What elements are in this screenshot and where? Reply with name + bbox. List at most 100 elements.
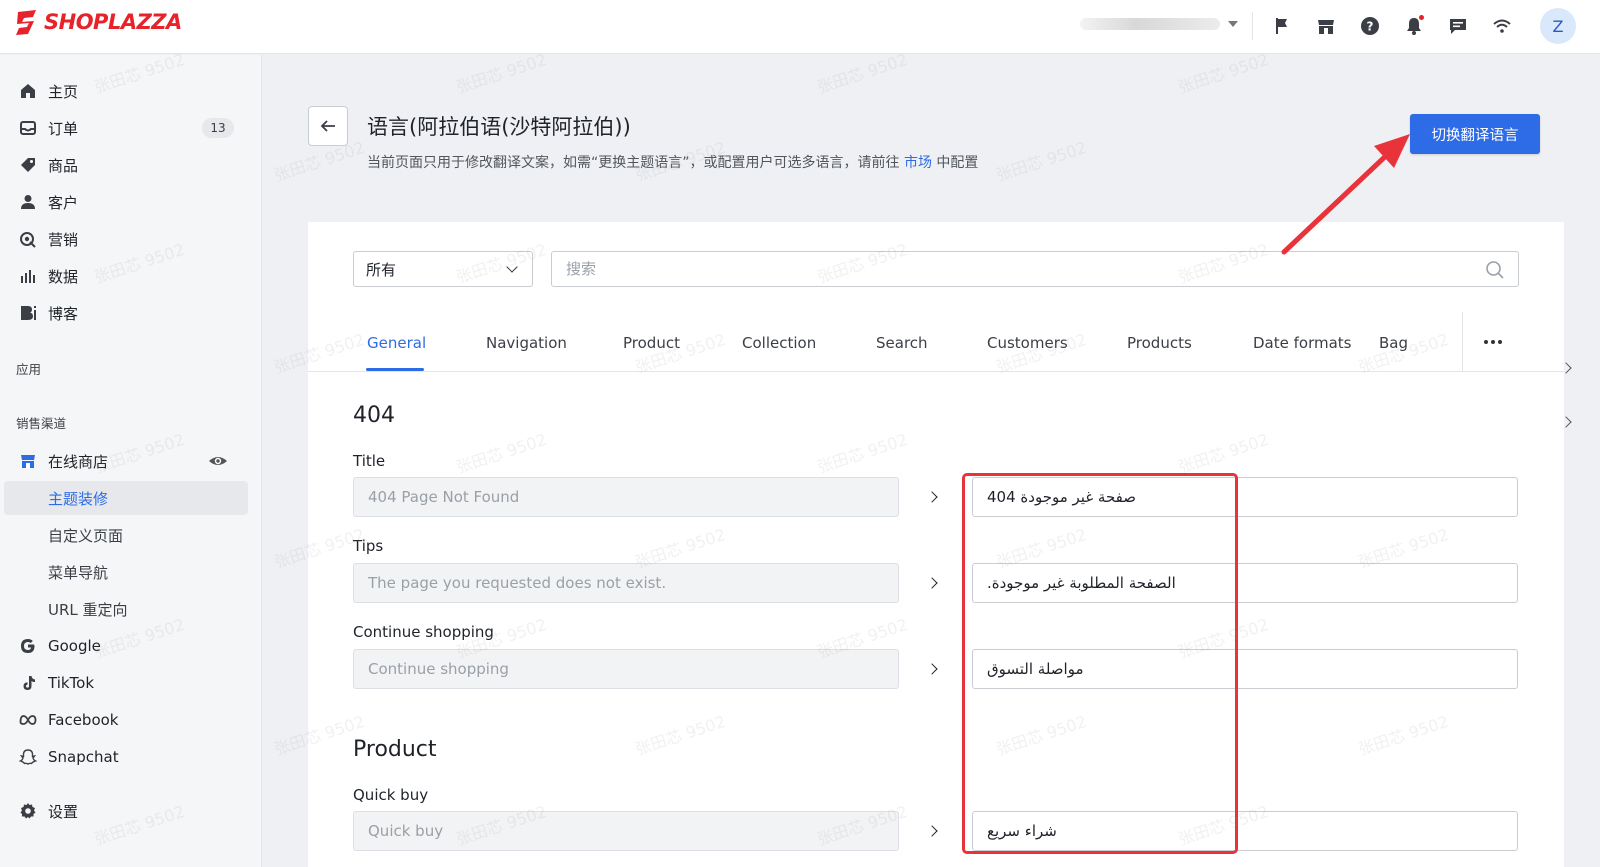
field-label-title: Title [353,452,386,470]
caret-down-icon [1228,21,1238,27]
active-tab-indicator [366,368,424,371]
section-title-product: Product [353,737,437,762]
logo-text: SHOPLAZZA [44,10,182,34]
svg-text:?: ? [1367,20,1374,34]
shoplazza-logo[interactable]: SHOPLAZZA [14,8,182,36]
sidebar-item-url-redirect[interactable]: URL 重定向 [4,592,248,626]
notification-dot [1419,15,1424,20]
tab-divider [1462,312,1463,371]
sidebar-item-label: 数据 [48,267,79,286]
sidebar-item-products[interactable]: 商品 [4,148,248,182]
logo-mark-icon [16,10,36,35]
source-text-title: 404 Page Not Found [353,477,899,517]
source-text-continue-shopping: Continue shopping [353,649,899,689]
top-divider [1252,12,1253,40]
sidebar-item-online-store[interactable]: 在线商店 [4,444,248,478]
back-button[interactable] [308,106,348,146]
sidebar-item-customers[interactable]: 客户 [4,185,248,219]
sidebar-item-menu-navigation[interactable]: 菜单导航 [4,555,248,589]
store-icon[interactable] [1312,12,1340,40]
orders-count-badge: 13 [202,118,234,138]
tab-search[interactable]: Search [876,334,928,352]
user-icon [18,192,38,212]
help-icon[interactable]: ? [1356,12,1384,40]
store-name-blurred [1080,18,1220,30]
source-text-quick-buy: Quick buy [353,811,899,851]
sidebar-item-settings[interactable]: 设置 [4,794,248,828]
tab-bag[interactable]: Bag [1379,334,1408,352]
sidebar-item-blog[interactable]: 博客 [4,296,248,330]
more-tabs-button[interactable] [1478,332,1508,352]
flag-icon[interactable] [1268,12,1296,40]
sidebar-item-label: 主页 [48,82,79,101]
eye-icon[interactable] [208,451,228,471]
blog-icon [18,303,38,323]
sidebar-item-label: 营销 [48,230,79,249]
sidebar-item-label: 商品 [48,156,79,175]
tab-collection[interactable]: Collection [742,334,816,352]
page-title: 语言(阿拉伯语(沙特阿拉伯)) [367,115,631,139]
sidebar-item-label: 订单 [48,119,79,138]
sidebar-item-label: 博客 [48,304,79,323]
tab-customers[interactable]: Customers [987,334,1068,352]
sidebar-item-analytics[interactable]: 数据 [4,259,248,293]
filter-select-value: 所有 [366,260,397,279]
page-subtitle: 当前页面只用于修改翻译文案，如需“更换主题语言”，或配置用户可选多语言，请前往 … [367,152,978,172]
meta-icon [18,710,38,730]
sidebar-item-marketing[interactable]: 营销 [4,222,248,256]
sidebar-item-orders[interactable]: 订单 13 [4,111,248,145]
inbox-icon [18,118,38,138]
section-title-404: 404 [353,403,395,428]
sidebar-item-theme-design[interactable]: 主题装修 [4,481,248,515]
tag-icon [18,155,38,175]
subtitle-suffix: 中配置 [936,155,979,171]
market-link[interactable]: 市场 [904,155,932,171]
sidebar-item-label: 在线商店 [48,452,109,471]
tab-product[interactable]: Product [623,334,680,352]
sidebar-item-label: Snapchat [48,748,119,766]
sidebar-item-label: Google [48,637,101,655]
sidebar-item-home[interactable]: 主页 [4,74,248,108]
apps-section-label: 应用 [16,362,42,377]
tab-date-formats[interactable]: Date formats [1253,334,1351,352]
marketing-icon [18,229,38,249]
sidebar-item-custom-pages[interactable]: 自定义页面 [4,518,248,552]
source-text-tips: The page you requested does not exist. [353,563,899,603]
sidebar-item-google[interactable]: Google [4,629,248,663]
tab-navigation[interactable]: Navigation [486,334,567,352]
search-input[interactable] [566,260,1446,278]
switch-translation-language-button[interactable]: 切换翻译语言 [1410,114,1540,154]
filter-select[interactable]: 所有 [353,251,533,287]
sidebar-item-facebook[interactable]: Facebook [4,703,248,737]
chevron-down-icon [506,261,518,273]
top-icon-bar: ? [1268,12,1516,40]
sidebar-item-label: 设置 [48,802,79,821]
sidebar-item-snapchat[interactable]: Snapchat [4,740,248,774]
home-icon [18,81,38,101]
annotation-highlight-box [962,473,1238,854]
sidebar-item-label: Facebook [48,711,119,729]
tiktok-icon [18,673,38,693]
search-box[interactable] [551,251,1519,287]
tab-products[interactable]: Products [1127,334,1192,352]
tab-bar: General Navigation Product Collection Se… [308,312,1564,372]
sidebar-item-tiktok[interactable]: TikTok [4,666,248,700]
store-selector[interactable] [1080,18,1238,30]
bell-icon[interactable] [1400,12,1428,40]
arrow-left-icon [320,120,335,132]
store-icon [18,451,38,471]
field-label-tips: Tips [353,537,384,555]
field-label-continue-shopping: Continue shopping [353,623,494,641]
user-avatar[interactable]: Z [1540,8,1576,44]
subtitle-text: 当前页面只用于修改翻译文案，如需“更换主题语言”，或配置用户可选多语言，请前往 [367,155,900,171]
sidebar-item-label: 客户 [48,193,79,212]
search-icon[interactable] [1484,259,1506,281]
tab-general[interactable]: General [367,334,426,352]
google-icon [18,636,38,656]
watermark: 张田芯 9502 [993,137,1089,185]
channels-section-label: 销售渠道 [16,416,67,431]
message-icon[interactable] [1444,12,1472,40]
gear-icon [18,801,38,821]
snapchat-icon [18,747,38,767]
wifi-icon[interactable] [1488,12,1516,40]
